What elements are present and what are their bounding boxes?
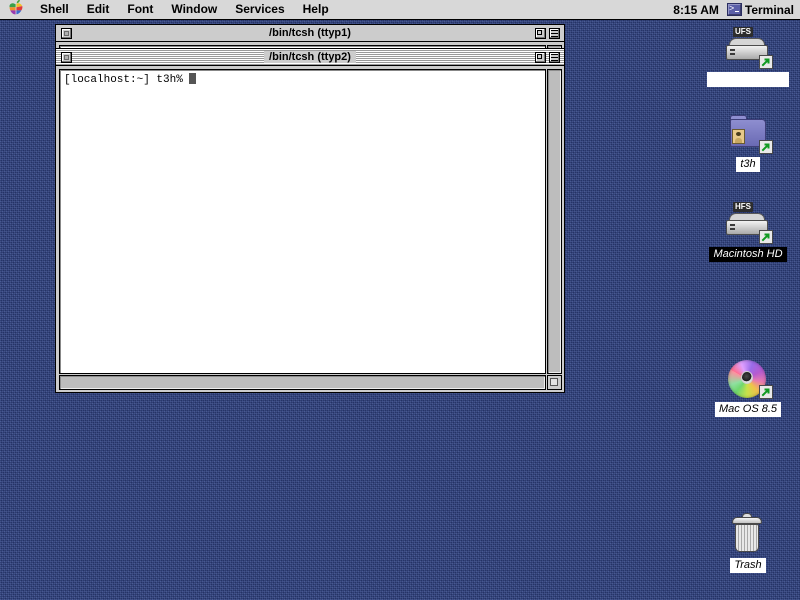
- desktop-icon-trash[interactable]: Trash: [700, 513, 796, 573]
- collapse-box-icon[interactable]: [549, 51, 560, 63]
- home-folder-icon: [724, 113, 773, 155]
- application-menu[interactable]: Terminal: [726, 2, 794, 17]
- apple-logo-icon: [9, 0, 23, 20]
- icon-label-macintosh-hd[interactable]: Macintosh HD: [709, 247, 787, 262]
- vertical-scrollbar-ttyp2[interactable]: [547, 69, 562, 374]
- menu-item-edit[interactable]: Edit: [78, 0, 119, 19]
- title-bar-ttyp2[interactable]: /bin/tcsh (ttyp2): [56, 49, 564, 66]
- menu-bar-clock[interactable]: 8:15 AM: [673, 3, 727, 17]
- resize-grow-box-ttyp2[interactable]: [547, 375, 562, 390]
- alias-arrow-icon: [759, 230, 773, 244]
- collapse-box-icon[interactable]: [549, 27, 560, 39]
- desktop-icon-ufs-volume[interactable]: UFS: [700, 27, 796, 87]
- menu-item-window[interactable]: Window: [162, 0, 226, 19]
- window-title-ttyp2: /bin/tcsh (ttyp2): [56, 49, 564, 65]
- title-bar-ttyp1[interactable]: /bin/tcsh (ttyp1): [56, 25, 564, 42]
- alias-arrow-icon: [759, 55, 773, 69]
- title-bar-buttons-ttyp2: [535, 51, 564, 63]
- window-body-ttyp2: [localhost:~] t3h%: [56, 66, 564, 392]
- icon-label-mac-os-cd[interactable]: Mac OS 8.5: [714, 402, 782, 417]
- menu-bar: Shell Edit Font Window Services Help 8:1…: [0, 0, 800, 20]
- screen: Shell Edit Font Window Services Help 8:1…: [0, 0, 800, 600]
- volume-format-tag-ufs: UFS: [733, 27, 753, 37]
- icon-label-trash[interactable]: Trash: [730, 558, 766, 573]
- title-bar-buttons-ttyp1: [535, 27, 564, 39]
- menu-item-services[interactable]: Services: [226, 0, 293, 19]
- icon-label-ufs-volume[interactable]: [707, 72, 789, 87]
- application-menu-label: Terminal: [744, 2, 794, 17]
- apple-menu[interactable]: [0, 0, 31, 20]
- close-box-icon[interactable]: [61, 51, 72, 63]
- user-badge-icon: [732, 129, 745, 144]
- terminal-prompt-text: [localhost:~] t3h%: [64, 74, 190, 86]
- zoom-box-icon[interactable]: [535, 27, 546, 39]
- terminal-prompt-line: [localhost:~] t3h%: [60, 70, 545, 87]
- terminal-icon: [726, 3, 742, 16]
- terminal-cursor: [189, 73, 197, 84]
- hard-disk-icon: HFS: [724, 202, 773, 245]
- alias-arrow-icon: [759, 385, 773, 399]
- menu-bar-right: 8:15 AM Terminal: [673, 3, 800, 17]
- terminal-window-ttyp2[interactable]: /bin/tcsh (ttyp2) [localhost:~] t3h%: [55, 48, 565, 393]
- menu-item-help[interactable]: Help: [294, 0, 338, 19]
- desktop-icon-macintosh-hd[interactable]: HFS Macintosh HD: [700, 202, 796, 262]
- icon-label-t3h[interactable]: t3h: [736, 157, 760, 172]
- hard-disk-icon: UFS: [724, 27, 773, 70]
- window-title-ttyp1: /bin/tcsh (ttyp1): [56, 25, 564, 41]
- cd-rom-icon: [724, 358, 773, 400]
- menu-item-font[interactable]: Font: [118, 0, 162, 19]
- desktop-icon-t3h-folder[interactable]: t3h: [700, 113, 796, 172]
- desktop-icon-mac-os-cd[interactable]: Mac OS 8.5: [700, 358, 796, 417]
- zoom-box-icon[interactable]: [535, 51, 546, 63]
- close-box-icon[interactable]: [61, 27, 72, 39]
- terminal-content-ttyp2[interactable]: [localhost:~] t3h%: [59, 69, 546, 374]
- alias-arrow-icon: [759, 140, 773, 154]
- volume-format-tag-hfs: HFS: [733, 202, 753, 212]
- menu-item-shell[interactable]: Shell: [31, 0, 78, 19]
- horizontal-scrollbar-ttyp2[interactable]: [59, 375, 546, 390]
- trash-can-icon: [724, 513, 772, 556]
